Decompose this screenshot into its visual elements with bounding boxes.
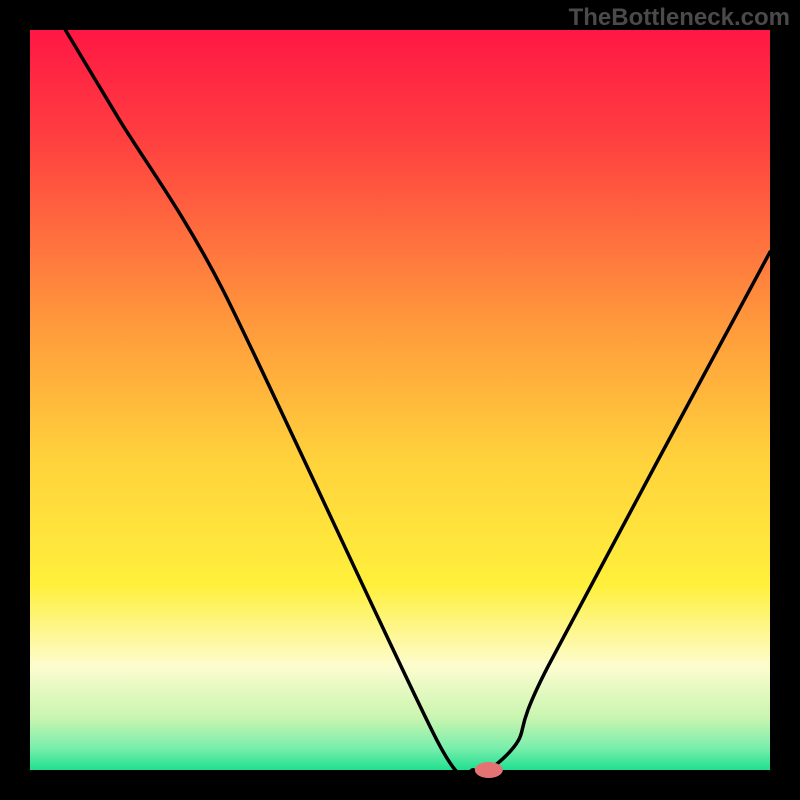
watermark-label: TheBottleneck.com: [569, 4, 790, 32]
bottleneck-chart: [0, 0, 800, 800]
plot-background: [30, 30, 770, 770]
optimal-marker: [475, 762, 503, 778]
chart-container: TheBottleneck.com: [0, 0, 800, 800]
